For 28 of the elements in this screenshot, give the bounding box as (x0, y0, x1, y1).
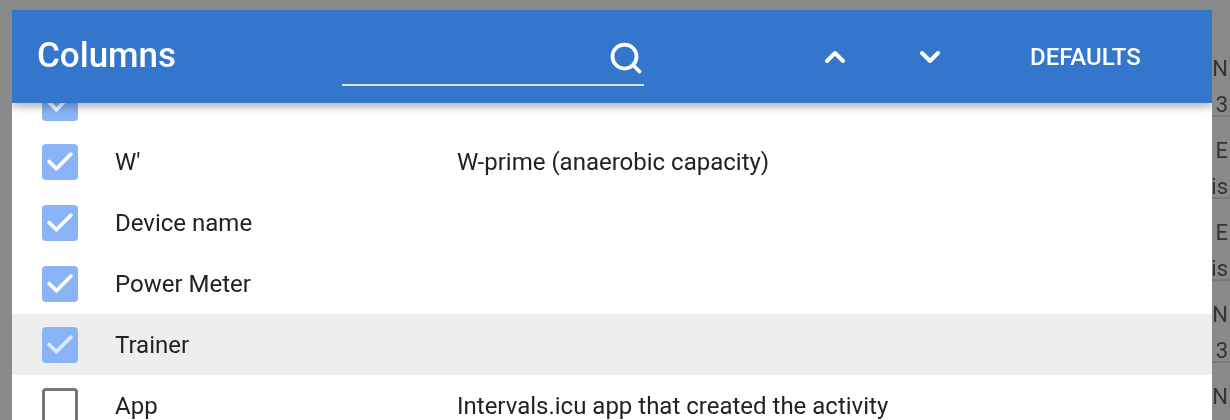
checkbox[interactable] (42, 204, 78, 241)
column-description: W-prime (anaerobic capacity) (457, 149, 770, 174)
column-row[interactable]: Trainer (12, 314, 1212, 375)
check-icon (47, 213, 73, 232)
dialog-title: Columns (37, 34, 178, 79)
checkbox[interactable] (42, 387, 78, 420)
table-cell-text: 3 (1215, 91, 1228, 119)
column-label: Power Meter (115, 271, 252, 296)
check-icon (47, 152, 73, 171)
column-label: Trainer (115, 332, 191, 357)
table-cell-text: E (1215, 219, 1228, 247)
column-description: Intervals.icu app that created the activity (457, 393, 889, 418)
table-cell-text: N (1212, 55, 1228, 83)
table-cell-text: E (1215, 137, 1228, 165)
check-icon (47, 335, 73, 354)
column-label: Device name (115, 210, 254, 235)
checkbox[interactable] (42, 265, 78, 302)
checkbox[interactable] (42, 143, 78, 180)
table-cell-text: is (1211, 255, 1228, 283)
table-cell-text: N (1212, 383, 1228, 411)
check-icon (47, 274, 73, 293)
defaults-button[interactable]: DEFAULTS (1028, 32, 1143, 81)
column-label: W' (115, 149, 142, 174)
table-cell-text: N (1212, 301, 1228, 329)
checkbox[interactable] (42, 326, 78, 363)
table-cell-text: is (1211, 173, 1228, 201)
column-label: App (115, 393, 159, 418)
table-cell-text: 3 (1215, 337, 1228, 365)
